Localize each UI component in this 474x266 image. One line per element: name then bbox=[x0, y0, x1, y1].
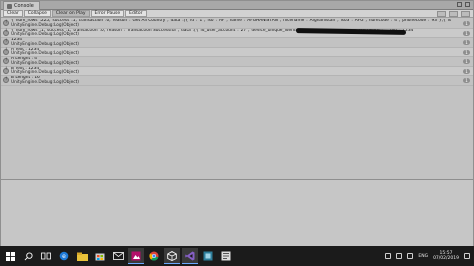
clock[interactable]: 15:57 07/02/2019 bbox=[433, 251, 459, 262]
log-stack: UnityEngine.Debug:Log(Object) bbox=[11, 41, 79, 47]
log-detail-panel[interactable] bbox=[1, 180, 473, 246]
log-stack: UnityEngine.Debug:Log(Object) bbox=[11, 22, 79, 28]
warning-filter-toggle[interactable] bbox=[449, 11, 458, 17]
edge-icon[interactable]: e bbox=[56, 248, 72, 264]
console-toolbar: Clear Collapse Clear on Play Error Pause… bbox=[1, 10, 473, 18]
log-entry[interactable]: {"num_rows":225,"success":1,"transaction… bbox=[1, 19, 473, 29]
store-icon[interactable] bbox=[92, 248, 108, 264]
app-icon[interactable] bbox=[200, 248, 216, 264]
log-count-badge: 1 bbox=[463, 59, 470, 64]
window-titlebar: Console bbox=[1, 1, 473, 10]
collapse-button[interactable]: Collapse bbox=[23, 10, 51, 17]
taskbar: e ENG 15:57 07/02/2019 bbox=[0, 246, 474, 266]
svg-text:e: e bbox=[62, 253, 66, 260]
log-count-badge: 1 bbox=[463, 68, 470, 74]
start-icon[interactable] bbox=[2, 248, 18, 264]
app-icon-2[interactable] bbox=[218, 248, 234, 264]
log-stack: UnityEngine.Debug:Log(Object) bbox=[11, 79, 79, 85]
info-icon bbox=[3, 48, 9, 55]
info-icon bbox=[3, 67, 9, 74]
error-filter-toggle[interactable] bbox=[461, 11, 470, 17]
console-tab[interactable]: Console bbox=[3, 1, 40, 10]
window-controls bbox=[457, 2, 470, 7]
log-filter-toggles bbox=[437, 11, 470, 17]
clear-on-play-button[interactable]: Clear on Play bbox=[51, 10, 90, 17]
console-tab-label: Console bbox=[14, 3, 34, 9]
log-entry[interactable]: B Text : 1234 UnityEngine.Debug:Log(Obje… bbox=[1, 66, 473, 76]
error-pause-button[interactable]: Error Pause bbox=[90, 10, 125, 17]
console-icon bbox=[7, 3, 12, 9]
log-count-badge: 1 bbox=[463, 49, 470, 55]
log-stack: UnityEngine.Debug:Log(Object) bbox=[11, 60, 79, 66]
editor-dropdown[interactable]: Editor bbox=[125, 10, 147, 17]
action-center-icon[interactable] bbox=[464, 253, 470, 259]
volume-icon[interactable] bbox=[407, 253, 414, 259]
notification-chevron-icon[interactable] bbox=[385, 253, 392, 259]
info-filter-toggle[interactable] bbox=[437, 11, 446, 17]
log-list[interactable]: {"num_rows":225,"success":1,"transaction… bbox=[1, 19, 473, 175]
menu-icon[interactable] bbox=[465, 2, 470, 7]
network-icon[interactable] bbox=[396, 253, 403, 259]
unity-icon[interactable] bbox=[164, 248, 180, 264]
log-count-badge: 1 bbox=[463, 40, 470, 45]
system-tray: ENG 15:57 07/02/2019 bbox=[385, 246, 470, 266]
clock-date: 07/02/2019 bbox=[433, 256, 459, 261]
log-entry[interactable]: A Text : 1234 UnityEngine.Debug:Log(Obje… bbox=[1, 47, 473, 57]
task-view-icon[interactable] bbox=[38, 248, 54, 264]
search-icon[interactable] bbox=[20, 248, 36, 264]
info-icon bbox=[3, 58, 9, 64]
log-stack: UnityEngine.Debug:Log(Object) bbox=[11, 70, 79, 76]
mail-icon[interactable] bbox=[110, 248, 126, 264]
info-icon bbox=[3, 39, 9, 45]
info-icon bbox=[3, 77, 9, 83]
log-count-badge: 1 bbox=[463, 21, 470, 26]
log-stack: UnityEngine.Debug:Log(Object) bbox=[11, 51, 79, 57]
maximize-icon[interactable] bbox=[457, 2, 462, 7]
log-count-badge: 1 bbox=[463, 30, 470, 36]
log-entry[interactable]: {"num_rows":1,"success":1,"transaction":… bbox=[1, 27, 473, 38]
info-icon bbox=[3, 20, 9, 26]
photos-icon[interactable] bbox=[128, 248, 144, 264]
log-count-badge: 1 bbox=[463, 78, 470, 83]
log-entry[interactable]: A Lenght : 4 UnityEngine.Debug:Log(Objec… bbox=[1, 57, 473, 67]
chrome-icon[interactable] bbox=[146, 248, 162, 264]
log-entry[interactable]: 1234 UnityEngine.Debug:Log(Object) 1 bbox=[1, 38, 473, 48]
clear-button[interactable]: Clear bbox=[3, 10, 23, 17]
info-icon bbox=[3, 29, 9, 36]
file-explorer-icon[interactable] bbox=[74, 248, 90, 264]
desktop: Console Clear Collapse Clear on Play Err… bbox=[0, 0, 474, 266]
log-entry[interactable]: B Lenght : 16 UnityEngine.Debug:Log(Obje… bbox=[1, 76, 473, 86]
visual-studio-icon[interactable] bbox=[182, 248, 198, 264]
language-indicator[interactable]: ENG bbox=[418, 254, 428, 259]
console-window: Console Clear Collapse Clear on Play Err… bbox=[0, 0, 474, 246]
